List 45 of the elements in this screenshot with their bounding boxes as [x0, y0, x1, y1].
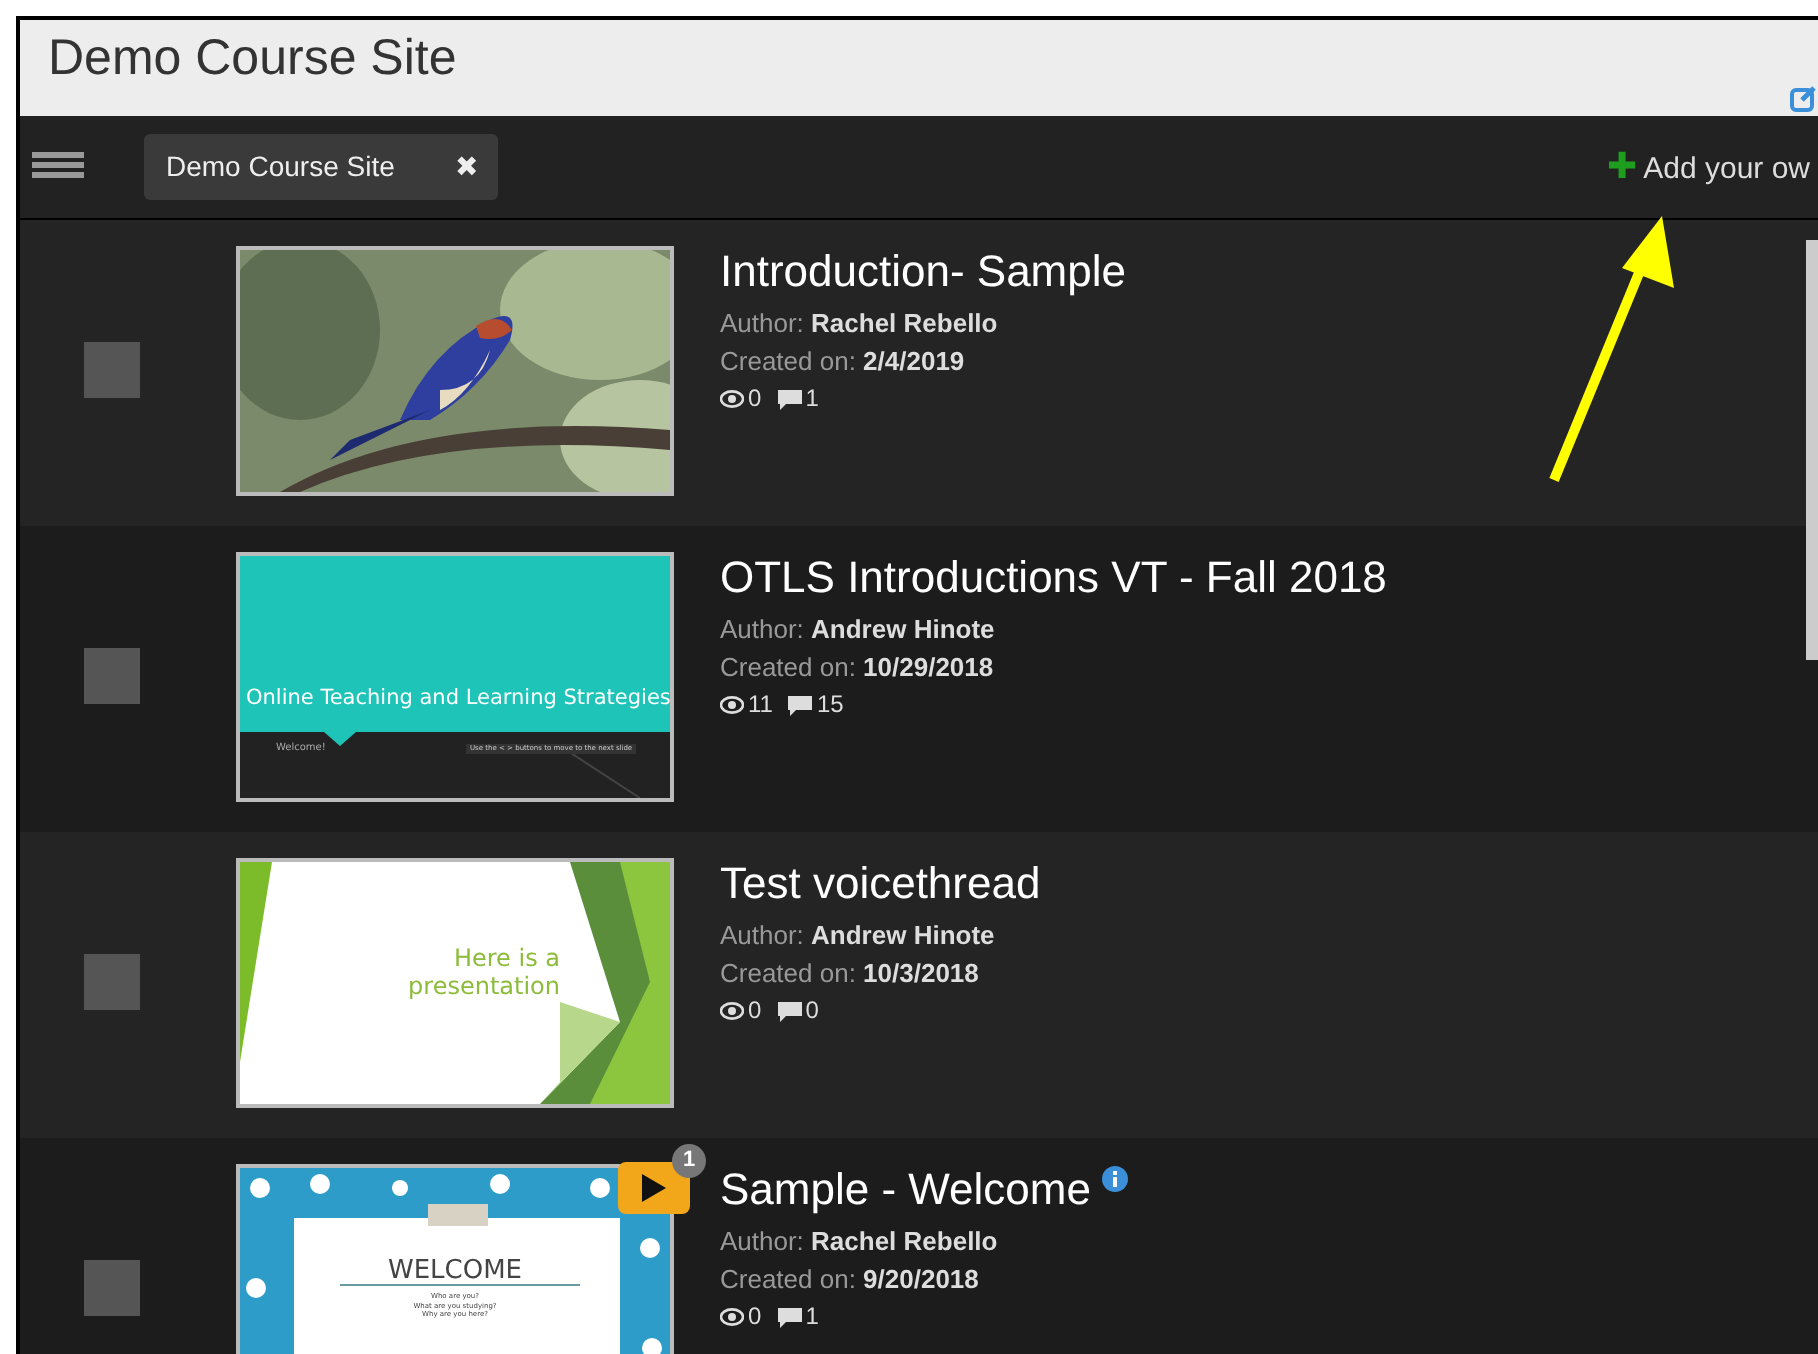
comment-count: 1 [805, 1300, 819, 1334]
comment-count: 0 [805, 994, 819, 1028]
thread-title[interactable]: Test voicethread [720, 858, 1041, 910]
eye-icon [720, 1002, 744, 1020]
author-line: Author: Andrew Hinote [720, 612, 997, 648]
view-count: 0 [748, 382, 762, 416]
play-icon [642, 1174, 666, 1202]
view-count: 0 [748, 994, 762, 1028]
slide-heading: Here is a presentation [406, 944, 560, 1000]
thread-title[interactable]: Sample - Welcome [720, 1164, 1091, 1216]
checkbox[interactable] [84, 648, 140, 704]
created-line: Created on: 10/3/2018 [720, 956, 981, 992]
view-count: 11 [748, 688, 773, 722]
comment-icon [777, 389, 802, 409]
filter-tag-label: Demo Course Site [166, 148, 395, 186]
checkbox[interactable] [84, 954, 140, 1010]
created-line: Created on: 10/29/2018 [720, 650, 996, 686]
slide-heading: WELCOME [385, 1254, 525, 1290]
created-line: Created on: 2/4/2019 [720, 344, 967, 380]
created-line: Created on: 9/20/2018 [720, 1262, 981, 1298]
eye-icon [720, 1308, 744, 1326]
comment-icon [777, 1307, 802, 1327]
edit-icon[interactable] [1790, 84, 1818, 112]
view-count: 0 [748, 1300, 762, 1334]
eye-icon [720, 696, 744, 714]
add-button[interactable]: ✚ Add your ow [1606, 140, 1810, 194]
comment-icon [777, 1001, 802, 1021]
badge-count: 1 [672, 1144, 706, 1178]
slide-heading: Online Teaching and Learning Strategies [246, 684, 670, 714]
comment-count: 15 [816, 688, 844, 722]
scrollbar[interactable] [1806, 240, 1818, 660]
checkbox[interactable] [84, 342, 140, 398]
author-line: Author: Andrew Hinote [720, 918, 997, 954]
page-title: Demo Course Site [48, 28, 457, 88]
checkbox[interactable] [84, 1260, 140, 1316]
thread-title[interactable]: Introduction- Sample [720, 246, 1126, 298]
info-icon[interactable] [1102, 1165, 1129, 1192]
close-button[interactable]: ✖ [454, 146, 479, 188]
eye-icon [720, 390, 744, 408]
author-line: Author: Rachel Rebello [720, 306, 1000, 342]
comment-count: 1 [805, 382, 819, 416]
comment-icon [788, 695, 813, 715]
menu-icon[interactable] [32, 152, 84, 181]
author-line: Author: Rachel Rebello [720, 1224, 1000, 1260]
thread-title[interactable]: OTLS Introductions VT - Fall 2018 [720, 552, 1387, 604]
